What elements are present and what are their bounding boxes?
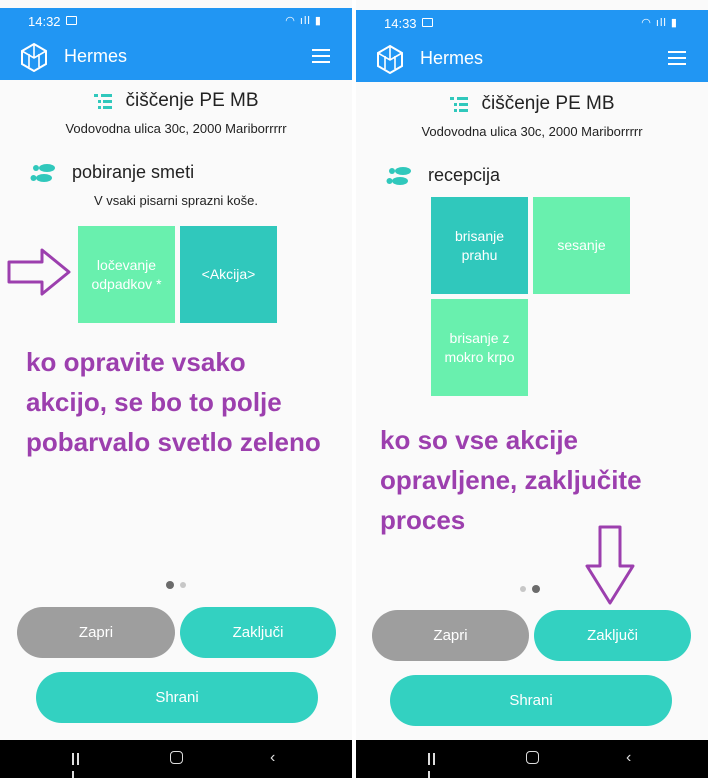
gallery-notification-icon: [422, 18, 433, 27]
task-title: čiščenje PE MB: [125, 90, 259, 111]
page-indicator: [520, 580, 546, 598]
status-time: 14:33: [384, 16, 417, 31]
annotation-text: ko opravite vsako akcijo, se bo to polje…: [26, 347, 321, 457]
section-header: pobiranje smeti: [30, 162, 194, 184]
action-tile[interactable]: <Akcija>: [180, 226, 277, 323]
recents-icon[interactable]: [428, 752, 442, 778]
annotation-arrow-down-icon: [585, 525, 635, 605]
finish-button[interactable]: Zaključi: [180, 607, 336, 658]
action-tile[interactable]: brisanje prahu: [431, 197, 528, 294]
task-address: Vodovodna ulica 30c, 2000 Mariborrrrr: [65, 121, 287, 136]
section-title: recepcija: [428, 165, 501, 185]
task-list-icon: [450, 96, 469, 112]
back-icon[interactable]: ‹: [270, 749, 275, 767]
home-icon[interactable]: [170, 751, 183, 764]
close-button[interactable]: Zapri: [17, 607, 175, 658]
task-header: čiščenje PE MB: [356, 93, 708, 115]
app-bar: Hermes: [0, 34, 352, 80]
status-bar: 14:33 ◠ ıll ▮: [356, 10, 708, 36]
page-indicator: [166, 576, 192, 594]
android-nav-bar: ‹: [356, 740, 708, 778]
hamburger-menu-icon[interactable]: [312, 49, 330, 63]
app-title: Hermes: [64, 46, 128, 66]
action-tile[interactable]: brisanje z mokro krpo: [431, 299, 528, 396]
status-time: 14:32: [28, 14, 61, 29]
annotation-arrow-right-icon: [7, 248, 71, 296]
footsteps-icon: [386, 167, 411, 186]
system-status-icons: ◠ ıll ▮: [285, 15, 322, 27]
page-dot: [520, 585, 526, 592]
recents-icon[interactable]: [72, 752, 86, 778]
finish-button[interactable]: Zaključi: [534, 610, 691, 661]
annotation-text: ko so vse akcije opravljene, zaključite …: [380, 425, 642, 535]
hamburger-menu-icon[interactable]: [668, 51, 686, 65]
save-button[interactable]: Shrani: [390, 675, 672, 726]
phone-screen-1: 14:32 ◠ ıll ▮ Hermes čiščenje PE MB Vodo…: [0, 0, 352, 778]
task-list-icon: [94, 93, 113, 109]
android-nav-bar: ‹: [0, 740, 352, 778]
page-dot: [180, 581, 186, 588]
app-title: Hermes: [420, 48, 484, 68]
close-button[interactable]: Zapri: [372, 610, 529, 661]
hermes-logo-icon: [377, 44, 403, 74]
home-icon[interactable]: [526, 751, 539, 764]
task-title: čiščenje PE MB: [481, 93, 615, 114]
back-icon[interactable]: ‹: [626, 749, 631, 767]
section-header: recepcija: [386, 165, 500, 187]
system-status-icons: ◠ ıll ▮: [641, 17, 678, 29]
save-button[interactable]: Shrani: [36, 672, 318, 723]
page-dot-active: [532, 584, 540, 593]
app-bar: Hermes: [356, 36, 708, 82]
hermes-logo-icon: [21, 42, 47, 72]
action-tile[interactable]: ločevanje odpadkov *: [78, 226, 175, 323]
footsteps-icon: [30, 164, 55, 183]
gallery-notification-icon: [66, 16, 77, 25]
status-bar: 14:32 ◠ ıll ▮: [0, 8, 352, 34]
section-title: pobiranje smeti: [72, 162, 195, 182]
task-header: čiščenje PE MB: [0, 90, 352, 112]
page-dot-active: [166, 580, 174, 589]
action-tile[interactable]: sesanje: [533, 197, 630, 294]
phone-screen-2: 14:33 ◠ ıll ▮ Hermes čiščenje PE MB Vodo…: [356, 0, 708, 778]
task-address: Vodovodna ulica 30c, 2000 Mariborrrrr: [421, 124, 643, 139]
section-description: V vsaki pisarni sprazni koše.: [93, 193, 258, 208]
